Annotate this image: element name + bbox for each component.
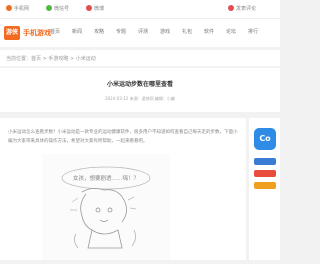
app-download-tile[interactable]: Co [254, 128, 276, 150]
top-link-wechat[interactable]: 微信号 [46, 5, 69, 13]
top-link-label: 微信号 [54, 6, 70, 12]
nav-item[interactable]: 专题 [116, 26, 126, 38]
nav-item[interactable]: 游戏 [160, 26, 170, 38]
nav-item[interactable]: 攻略 [94, 26, 104, 38]
site-header: 游侠 手机游戏 首页 新闻 攻略 专题 评测 游戏 礼包 软件 论坛 排行 [0, 19, 280, 47]
nav-item[interactable]: 首页 [50, 26, 60, 38]
top-link-comment[interactable]: 发表评论 [228, 5, 256, 13]
top-bar: 手机网 微信号 微博 发表评论 [0, 0, 280, 19]
cartoon-girl-illustration: 女孩，想要剧透……嗨！？ [61, 166, 151, 249]
speech-bubble-text: 女孩，想要剧透……嗨！？ [73, 174, 139, 182]
site-logo[interactable]: 游侠 手机游戏 [4, 24, 51, 41]
sidebar-blue-button[interactable] [254, 158, 276, 165]
article-body: 小米运动怎么查看步数？小米运动是一款专业的运动健康软件，很多用户不知道如何查看自… [0, 118, 246, 260]
top-link-label: 手机网 [14, 6, 30, 12]
article-paragraph: 小米运动怎么查看步数？小米运动是一款专业的运动健康软件，很多用户不知道如何查看自… [8, 130, 238, 144]
main-nav: 首页 新闻 攻略 专题 评测 游戏 礼包 软件 论坛 排行 [50, 26, 275, 38]
mobile-icon [6, 5, 12, 11]
weibo-icon [86, 5, 92, 11]
logo-badge: 游侠 [4, 25, 20, 40]
top-link-label: 微博 [94, 6, 105, 12]
top-link-weibo[interactable]: 微博 [86, 5, 104, 13]
sidebar-orange-button[interactable] [254, 182, 276, 189]
article-illustration: 女孩，想要剧透……嗨！？ [42, 154, 170, 260]
breadcrumb-bar: 当前位置：首页 > 手游攻略 > 小米运动 [0, 50, 280, 66]
nav-item[interactable]: 软件 [204, 26, 214, 38]
location-icon [228, 5, 234, 11]
nav-item[interactable]: 评测 [138, 26, 148, 38]
top-link-label: 发表评论 [236, 6, 257, 12]
nav-item[interactable]: 新闻 [72, 26, 82, 38]
top-link-mobile[interactable]: 手机网 [6, 5, 29, 13]
article-meta: 2024-03-12 来源：游侠网 编辑：小编 [105, 96, 175, 101]
logo-text: 手机游戏 [23, 28, 51, 37]
wechat-icon [46, 5, 52, 11]
page-title: 小米运动步数在哪里查看 [106, 81, 173, 88]
nav-item[interactable]: 论坛 [226, 26, 236, 38]
right-sidebar: Co [249, 118, 280, 260]
nav-item[interactable]: 排行 [248, 26, 258, 38]
article-header: 小米运动步数在哪里查看 2024-03-12 来源：游侠网 编辑：小编 [0, 68, 280, 112]
sidebar-red-button[interactable] [254, 170, 276, 177]
nav-item[interactable]: 礼包 [182, 26, 192, 38]
breadcrumb[interactable]: 当前位置：首页 > 手游攻略 > 小米运动 [6, 55, 96, 62]
